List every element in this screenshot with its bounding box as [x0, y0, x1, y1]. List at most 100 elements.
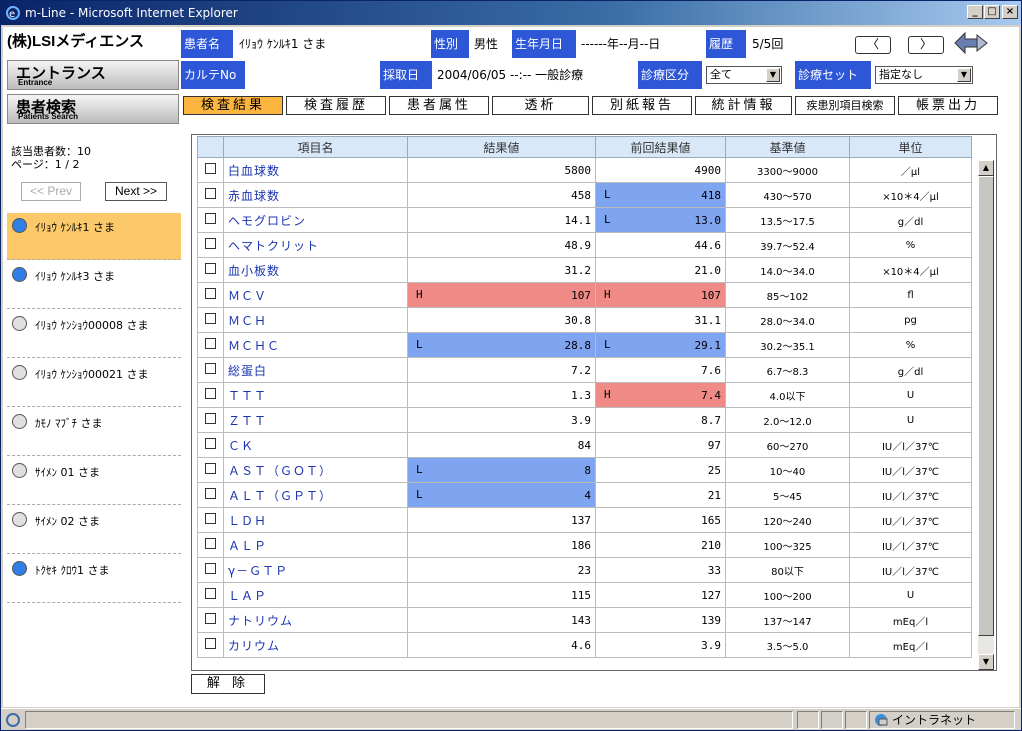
row-checkbox[interactable]	[205, 563, 216, 574]
dept-select-value: 全て	[710, 68, 732, 81]
row-checkbox[interactable]	[205, 463, 216, 474]
chevron-down-icon: ▼	[766, 68, 780, 82]
item-name: 赤血球数	[223, 182, 408, 208]
row-checkbox[interactable]	[205, 638, 216, 649]
status-panel	[821, 711, 843, 729]
vertical-scrollbar[interactable]: ▲ ▼	[978, 160, 994, 670]
result-value-text: 84	[577, 438, 591, 452]
status-dot-icon	[12, 512, 27, 527]
row-checkbox[interactable]	[205, 363, 216, 374]
reference-range: 14.0〜34.0	[725, 257, 850, 283]
browser-window: e m-Line - Microsoft Internet Explorer _…	[0, 0, 1022, 731]
row-checkbox-cell	[197, 632, 224, 658]
prev-value-text: 165	[701, 513, 721, 527]
item-name: ＬＡＰ	[223, 582, 408, 608]
row-checkbox-cell	[197, 357, 224, 383]
row-checkbox[interactable]	[205, 613, 216, 624]
prev-value: 97	[595, 432, 726, 458]
unit: IU／l／37℃	[849, 532, 972, 558]
reference-range: 39.7〜52.4	[725, 232, 850, 258]
row-checkbox[interactable]	[205, 388, 216, 399]
result-value: 3.9	[407, 407, 596, 433]
patient-list-item[interactable]: ｶﾓﾉ ﾏﾌﾞﾁ さま	[7, 409, 181, 456]
row-checkbox-cell	[197, 457, 224, 483]
patient-list-item[interactable]: ﾄｸｾｷ ｸﾛｳ1 さま	[7, 556, 181, 603]
prev-value: H 107	[595, 282, 726, 308]
result-value: 143	[407, 607, 596, 633]
result-value: 31.2	[407, 257, 596, 283]
prev-record-button[interactable]: 〈	[855, 36, 891, 54]
tab-2[interactable]: 検査履歴	[286, 96, 386, 115]
next-record-button[interactable]: 〉	[908, 36, 944, 54]
row-checkbox[interactable]	[205, 538, 216, 549]
nav-patients-search[interactable]: 患者検索 Patients Search	[7, 94, 179, 124]
tab-3[interactable]: 患者属性	[389, 96, 489, 115]
row-checkbox[interactable]	[205, 413, 216, 424]
patient-list-item[interactable]: ｻｲﾒﾝ 01 さま	[7, 458, 181, 505]
item-name: ＺＴＴ	[223, 407, 408, 433]
result-value: 30.8	[407, 307, 596, 333]
result-value: 23	[407, 557, 596, 583]
row-checkbox[interactable]	[205, 213, 216, 224]
maximize-button[interactable]: □	[984, 5, 1000, 19]
close-button[interactable]: ×	[1002, 5, 1018, 19]
tab-8[interactable]: 帳票出力	[898, 96, 998, 115]
scroll-up-icon[interactable]: ▲	[978, 160, 994, 176]
row-checkbox[interactable]	[205, 513, 216, 524]
clear-button[interactable]: 解 除	[191, 674, 265, 694]
prev-value-text: 29.1	[694, 338, 722, 352]
header-result: 結果値	[407, 136, 596, 158]
patient-list-item[interactable]: ｲﾘｮｳ ｹﾝｼｮｳ00008 さま	[7, 311, 181, 358]
tab-5[interactable]: 別紙報告	[592, 96, 692, 115]
collect-date-label: 採取日	[380, 61, 432, 89]
reference-range: 85〜102	[725, 282, 850, 308]
row-checkbox[interactable]	[205, 263, 216, 274]
scroll-thumb[interactable]	[978, 176, 994, 636]
reference-range: 3.5〜5.0	[725, 632, 850, 658]
row-checkbox[interactable]	[205, 188, 216, 199]
result-value-text: 28.8	[564, 338, 592, 352]
patient-list-item[interactable]: ｲﾘｮｳ ｹﾝﾙｷ3 さま	[7, 262, 181, 309]
prev-value: 127	[595, 582, 726, 608]
row-checkbox[interactable]	[205, 338, 216, 349]
unit: U	[849, 407, 972, 433]
prev-page-button[interactable]: << Prev	[21, 182, 81, 201]
scroll-down-icon[interactable]: ▼	[978, 654, 994, 670]
dept-select[interactable]: 全て ▼	[706, 66, 782, 84]
result-value-text: 31.2	[564, 263, 592, 277]
set-select[interactable]: 指定なし ▼	[875, 66, 973, 84]
tab-6[interactable]: 統計情報	[695, 96, 792, 115]
patient-count: 該当患者数：10	[11, 145, 91, 158]
row-checkbox[interactable]	[205, 488, 216, 499]
prev-value: 25	[595, 457, 726, 483]
prev-value-text: 13.0	[694, 213, 722, 227]
unit: fl	[849, 282, 972, 308]
row-checkbox[interactable]	[205, 588, 216, 599]
tab-4[interactable]: 透析	[492, 96, 589, 115]
unit: IU／l／37℃	[849, 432, 972, 458]
prev-value-text: 4900	[694, 163, 722, 177]
next-page-button[interactable]: Next >>	[105, 182, 167, 201]
tab-7[interactable]: 疾患別項目検索	[795, 96, 895, 115]
prev-value: 21	[595, 482, 726, 508]
patient-list-item[interactable]: ｻｲﾒﾝ 02 さま	[7, 507, 181, 554]
flag-label: L	[416, 488, 423, 501]
row-checkbox[interactable]	[205, 438, 216, 449]
row-checkbox-cell	[197, 507, 224, 533]
unit: ×10＊4／μl	[849, 257, 972, 283]
swap-arrow-icon[interactable]	[951, 30, 991, 56]
row-checkbox[interactable]	[205, 238, 216, 249]
tab-1[interactable]: 検査結果	[183, 96, 283, 115]
patient-list-item[interactable]: ｲﾘｮｳ ｹﾝｼｮｳ00021 さま	[7, 360, 181, 407]
result-value-text: 115	[571, 588, 591, 602]
result-value-text: 137	[571, 513, 591, 527]
reference-range: 10〜40	[725, 457, 850, 483]
row-checkbox[interactable]	[205, 288, 216, 299]
row-checkbox[interactable]	[205, 163, 216, 174]
patient-list-item[interactable]: ｲﾘｮｳ ｹﾝﾙｷ1 さま	[7, 213, 181, 260]
nav-entrance[interactable]: エントランス Entrance	[7, 60, 179, 90]
status-dot-icon	[12, 463, 27, 478]
row-checkbox[interactable]	[205, 313, 216, 324]
table-row: 赤血球数 458 L 418 430〜570 ×10＊4／μl	[197, 182, 972, 208]
minimize-button[interactable]: _	[967, 5, 983, 19]
